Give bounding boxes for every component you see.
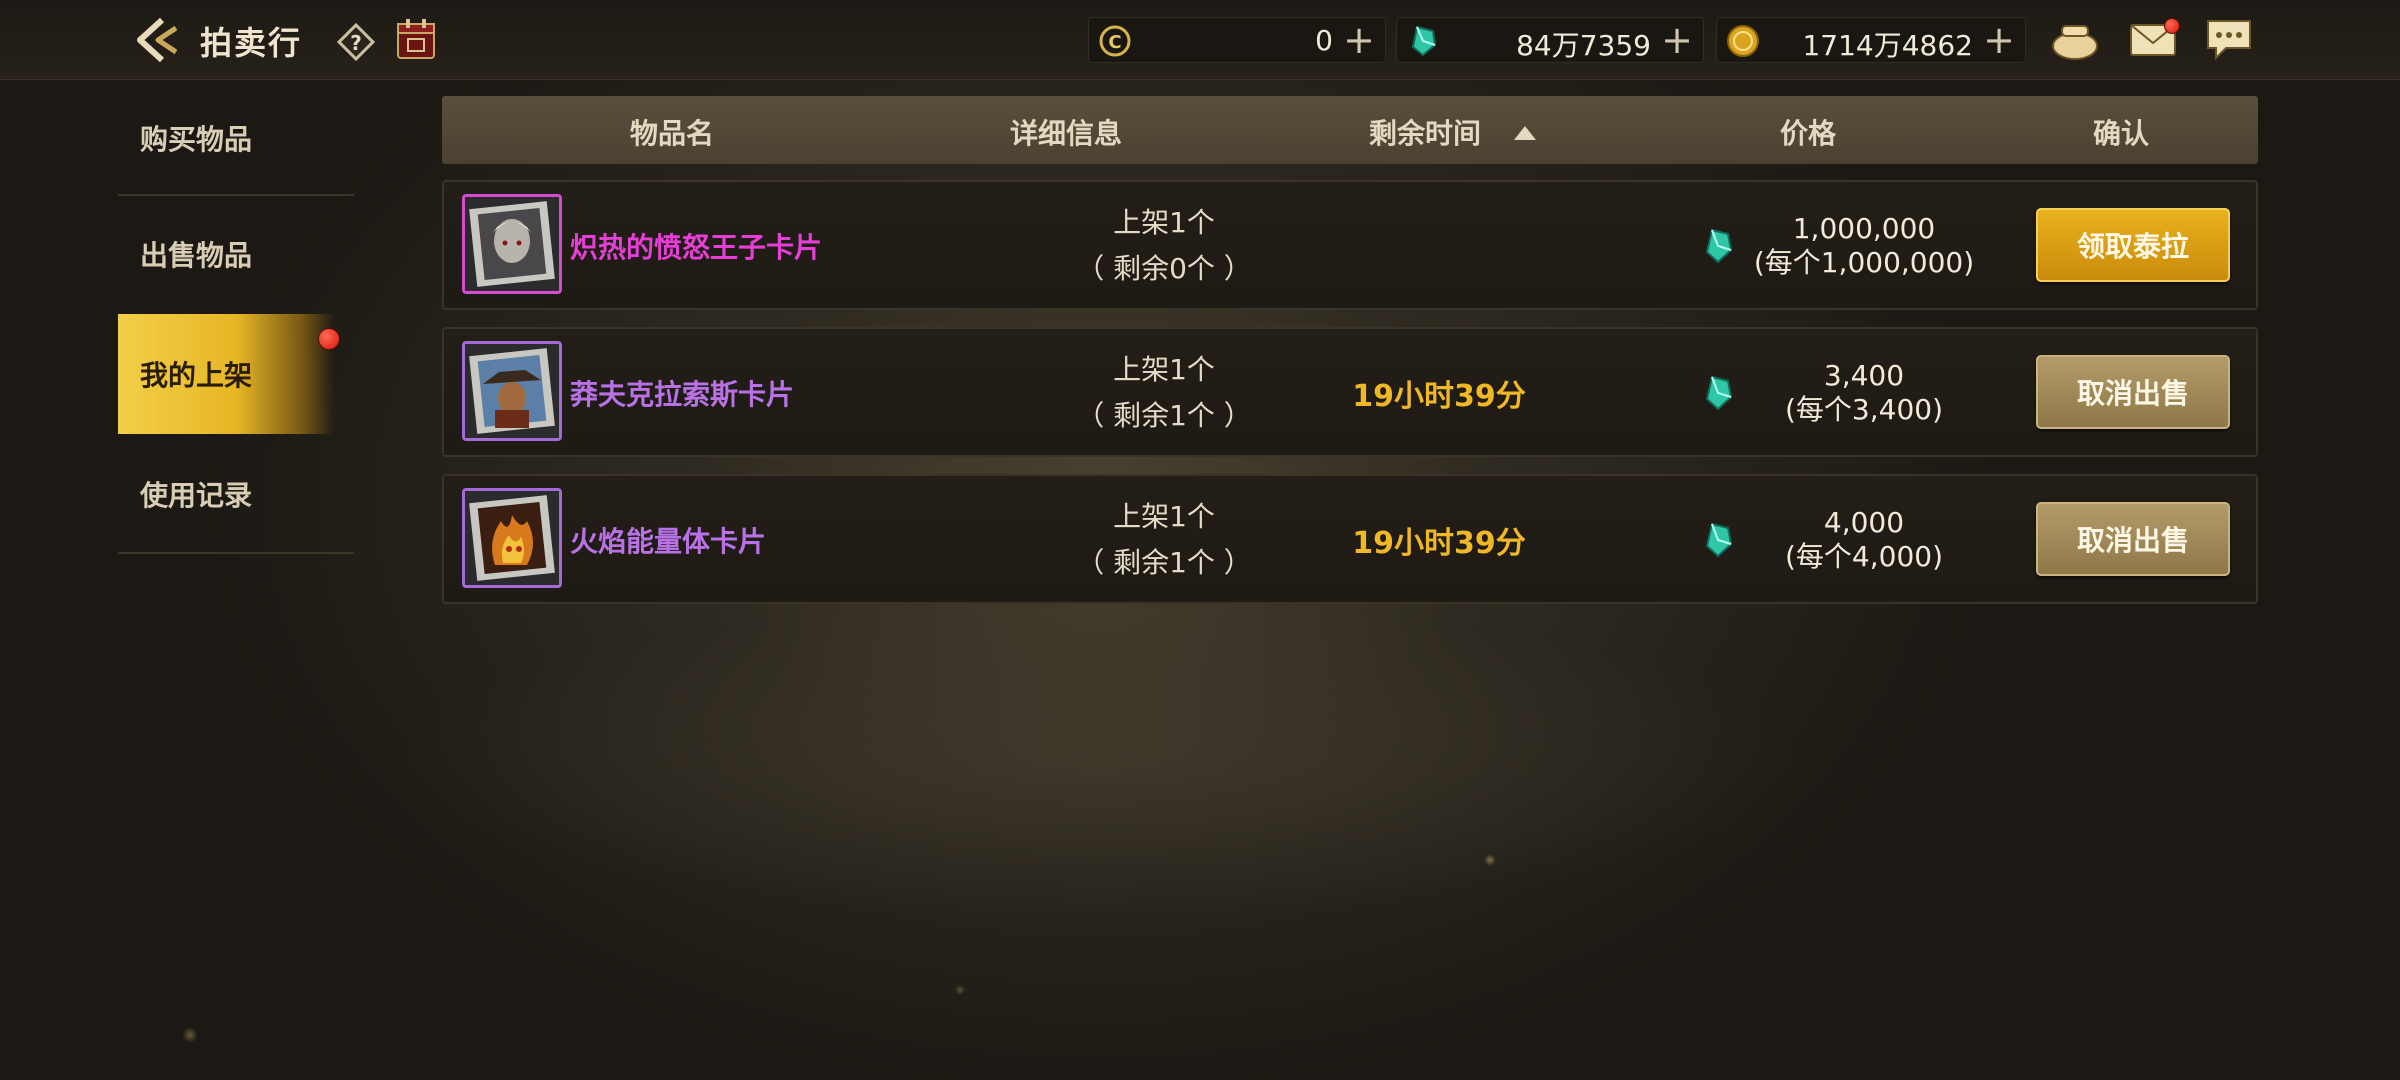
add-gold-button[interactable]: + [1983,18,2015,62]
card-portrait-icon [465,491,559,585]
listing-detail: 上架1个 （ 剩余1个 ） [1064,494,1264,586]
mail-notification-dot [2164,18,2180,34]
unit-price: (每个3,400) [1784,393,1943,426]
card-portrait-icon [465,197,559,291]
gold-coin-icon [1727,25,1759,57]
purse-icon[interactable] [2050,16,2100,62]
back-button[interactable] [130,12,186,68]
table-row: 炽热的愤怒王子卡片 上架1个 （ 剩余0个 ） 1,000,000 (每个1,0… [442,180,2258,310]
currency-c-coin: C 0 + [1088,17,1386,63]
column-header-confirm: 确认 [2092,117,2150,150]
currency-gold: 1714万4862 + [1716,17,2026,63]
column-header-price[interactable]: 价格 [1780,112,1836,152]
remaining-time: 19小时39分 [1352,379,1526,414]
unit-price: (每个4,000) [1784,540,1943,573]
item-card-thumbnail[interactable] [462,341,562,441]
my-listings-notification-dot [318,328,340,350]
listing-detail: 上架1个 （ 剩余0个 ） [1064,200,1264,292]
total-price: 1,000,000 [1792,212,1936,245]
back-arrow-icon [137,17,178,63]
item-card-thumbnail[interactable] [462,488,562,588]
item-name: 火焰能量体卡片 [570,525,767,558]
sidebar-item-sell[interactable]: 出售物品 [118,196,334,312]
column-header-time[interactable]: 剩余时间 [1369,112,1481,152]
chat-icon[interactable] [2204,16,2254,62]
unit-price: (每个1,000,000) [1753,246,1975,279]
cancel-sale-button[interactable]: 取消出售 [2036,502,2230,576]
sidebar-item-buy[interactable]: 购买物品 [118,80,334,196]
add-tera-button[interactable]: + [1661,18,1693,62]
listed-count: 上架1个 [1113,353,1215,386]
tera-gem-icon [1705,228,1733,264]
total-price: 4,000 [1823,506,1905,539]
column-header-detail: 详细信息 [1009,117,1123,150]
price-block: 3,400 (每个3,400) [1734,359,1994,427]
tera-gem-icon [1705,375,1733,411]
table-row: 火焰能量体卡片 上架1个 （ 剩余1个 ） 19小时39分 4,000 (每个4… [442,474,2258,604]
currency-tera: 84万7359 + [1396,17,1704,63]
top-bar: 拍卖行 ? C 0 + 84万7359 + 1714万4862 + [0,0,2400,80]
svg-text:?: ? [350,31,362,55]
remaining-time: 19小时39分 [1352,526,1526,561]
page-title: 拍卖行 [200,24,303,62]
remaining-count: （ 剩余1个 ） [1076,546,1252,579]
sidebar-item-label: 购买物品 [140,123,253,156]
sidebar-item-label: 出售物品 [140,239,253,272]
sidebar-item-history[interactable]: 使用记录 [118,436,334,552]
listing-detail: 上架1个 （ 剩余1个 ） [1064,347,1264,439]
svg-text:C: C [1108,32,1121,53]
add-c-coin-button[interactable]: + [1343,18,1375,62]
claim-tera-button[interactable]: 领取泰拉 [2036,208,2230,282]
tera-gem-icon [1411,25,1437,57]
help-icon[interactable]: ? [336,22,376,62]
price-block: 1,000,000 (每个1,000,000) [1734,212,1994,280]
table-header: 物品名 详细信息 剩余时间 价格 确认 [442,96,2258,164]
listed-count: 上架1个 [1113,206,1215,239]
listed-count: 上架1个 [1113,500,1215,533]
divider [118,552,354,554]
calendar-icon[interactable] [395,17,437,61]
sidebar-item-label: 使用记录 [140,479,253,512]
column-header-name[interactable]: 物品名 [630,112,714,152]
item-name: 炽热的愤怒王子卡片 [570,231,823,264]
c-coin-icon: C [1099,25,1131,57]
price-block: 4,000 (每个4,000) [1734,506,1994,574]
currency-value: 0 [1315,24,1333,57]
sidebar-item-my-listings[interactable]: 我的上架 [118,314,334,434]
remaining-count: （ 剩余1个 ） [1076,399,1252,432]
remaining-count: （ 剩余0个 ） [1076,252,1252,285]
item-name: 莽夫克拉索斯卡片 [570,378,795,411]
card-portrait-icon [465,344,559,438]
sort-ascending-icon[interactable] [1514,126,1536,140]
table-row: 莽夫克拉索斯卡片 上架1个 （ 剩余1个 ） 19小时39分 3,400 (每个… [442,327,2258,457]
cancel-sale-button[interactable]: 取消出售 [2036,355,2230,429]
currency-value: 1714万4862 [1802,29,1973,62]
currency-value: 84万7359 [1516,29,1651,62]
item-card-thumbnail[interactable] [462,194,562,294]
sidebar-item-label: 我的上架 [140,359,253,392]
tera-gem-icon [1705,522,1733,558]
total-price: 3,400 [1823,359,1905,392]
